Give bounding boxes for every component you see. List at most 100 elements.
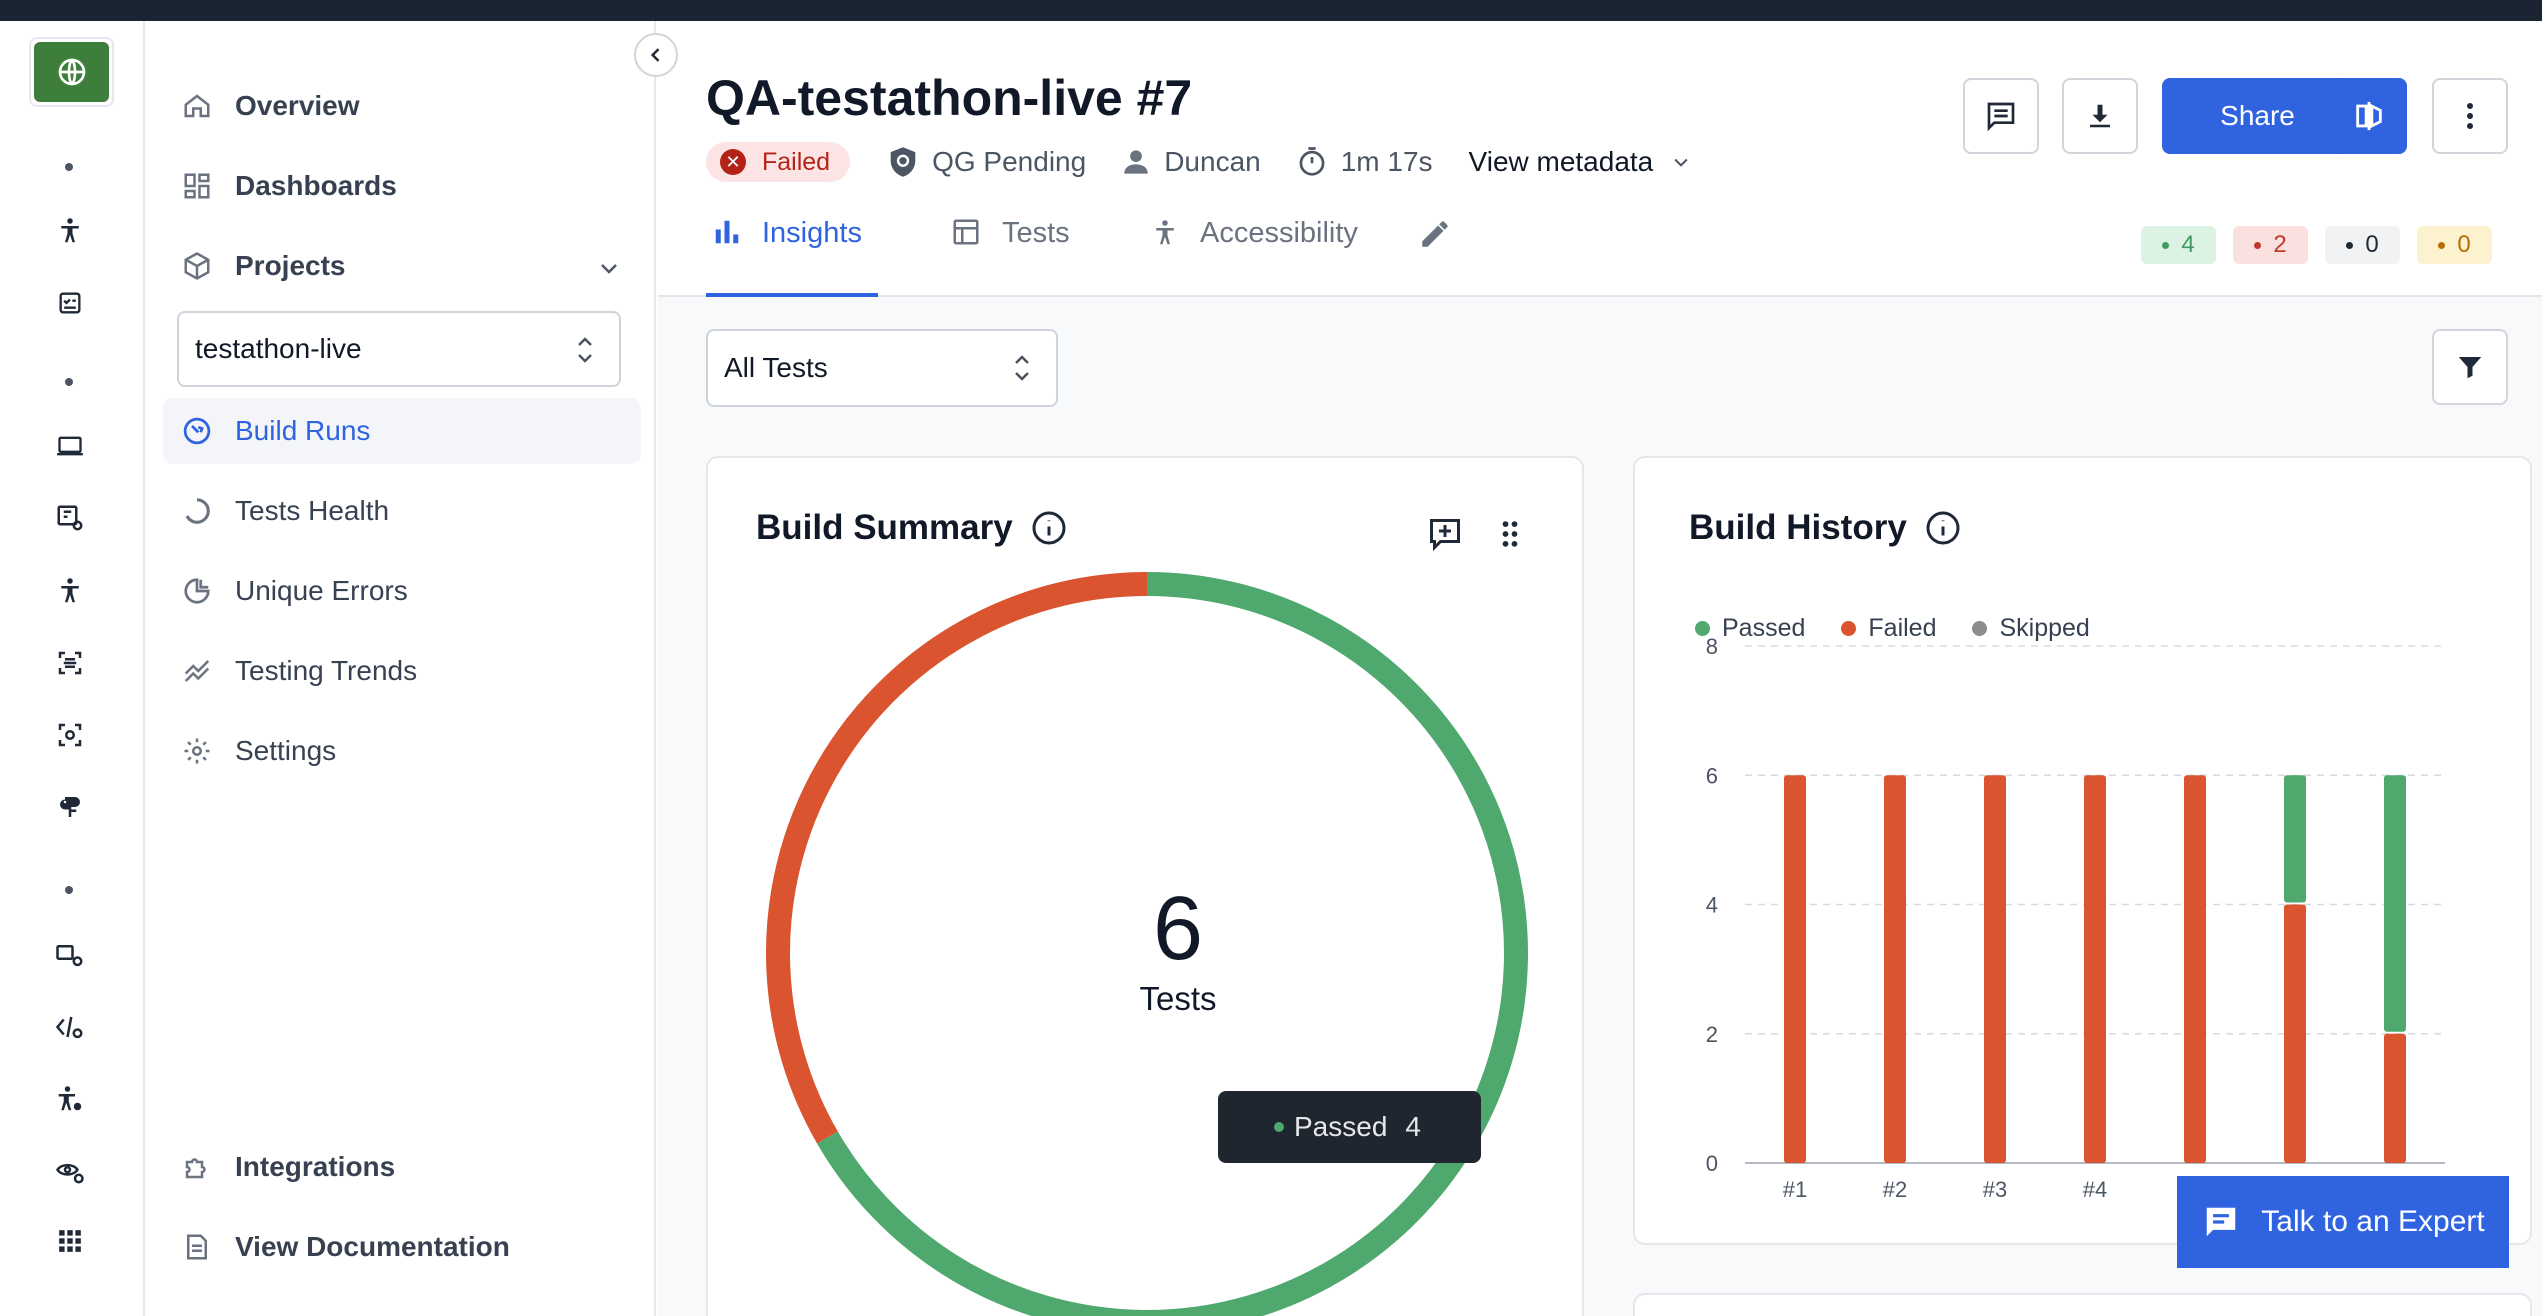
view-metadata-link[interactable]: View metadata: [1469, 146, 1692, 178]
count-value: 0: [2457, 231, 2471, 258]
count-dot: [2162, 241, 2170, 249]
legend-item-passed[interactable]: Passed: [1695, 614, 1805, 643]
build-runs-icon: [179, 413, 215, 449]
compare-button[interactable]: [2331, 78, 2407, 154]
status-label: Failed: [762, 147, 831, 176]
compare-icon: [2356, 101, 2382, 131]
collapse-sidebar-button[interactable]: [634, 33, 678, 77]
sidebar-item-label: Unique Errors: [235, 575, 408, 606]
visual-scan-icon[interactable]: [50, 715, 90, 755]
tab-tests[interactable]: Tests: [950, 217, 1070, 297]
status-badge: ✕ Failed: [706, 142, 851, 182]
cube-icon: [179, 248, 215, 284]
document-icon: [179, 1229, 215, 1265]
accessibility-icon[interactable]: [50, 211, 90, 251]
bar-failed-build-1[interactable]: [1784, 775, 1806, 1163]
updown-chevron-icon: [575, 333, 595, 374]
more-options-button[interactable]: [2432, 78, 2508, 154]
build-history-chart: 02468#1#2#3#4#5#6#7: [1706, 634, 2445, 1202]
sidebar-item-unique-errors[interactable]: Unique Errors: [163, 558, 641, 624]
sidebar-item-tests-health[interactable]: Tests Health: [163, 478, 641, 544]
dashboard-icon: [179, 168, 215, 204]
legend-label: Skipped: [1999, 614, 2090, 642]
y-tick-label: 4: [1706, 893, 1718, 918]
bar-failed-build-6[interactable]: [2284, 904, 2306, 1164]
checklist-icon[interactable]: [50, 283, 90, 323]
chart-legend: Passed Failed Skipped: [1695, 614, 2126, 643]
tooltip-label: Passed: [1294, 1111, 1388, 1142]
bar-failed-build-4[interactable]: [2084, 775, 2106, 1163]
talk-to-expert-button[interactable]: Talk to an Expert: [2177, 1176, 2509, 1268]
dashboard-settings-icon[interactable]: [50, 498, 90, 538]
sidebar-item-build-runs[interactable]: Build Runs: [163, 398, 641, 464]
sidebar-item-label: View Documentation: [235, 1231, 510, 1262]
bug-icon[interactable]: [50, 787, 90, 827]
code-settings-icon[interactable]: [50, 1007, 90, 1047]
top-bar: [0, 0, 2542, 21]
filter-icon: [2458, 357, 2482, 379]
filter-button[interactable]: [2432, 329, 2508, 405]
visual-settings-icon[interactable]: [50, 1151, 90, 1191]
sidebar: Overview Dashboards Projects testathon-l…: [146, 21, 656, 1316]
updown-chevron-icon: [1012, 351, 1032, 392]
sidebar-item-view-documentation[interactable]: View Documentation: [163, 1214, 641, 1280]
download-button[interactable]: [2062, 78, 2138, 154]
build-duration: 1m 17s: [1297, 146, 1433, 178]
test-filter-select[interactable]: All Tests: [706, 329, 1058, 407]
comments-button[interactable]: [1963, 78, 2039, 154]
x-tick-label: #1: [1783, 1177, 1807, 1202]
bar-passed-build-7[interactable]: [2384, 775, 2406, 1032]
edit-tabs-button[interactable]: [1418, 217, 1472, 297]
legend-dot: [1841, 621, 1857, 636]
main-content: QA-testathon-live #7 ✕ Failed QG Pending…: [658, 21, 2542, 1316]
sidebar-item-label: Projects: [235, 250, 346, 281]
build-meta: ✕ Failed QG Pending Duncan 1m 17s View m…: [706, 142, 1691, 182]
next-card: [1633, 1293, 2532, 1316]
bar-failed-build-2[interactable]: [1884, 775, 1906, 1163]
accessibility-settings-icon[interactable]: [50, 1079, 90, 1119]
device-settings-icon[interactable]: [50, 935, 90, 975]
unknown-count-badge: 0: [2417, 226, 2492, 264]
accessibility-icon[interactable]: [50, 571, 90, 611]
health-ring-icon: [179, 493, 215, 529]
tab-insights[interactable]: Insights: [706, 217, 878, 297]
build-history-card: Build History 02468#1#2#3#4#5#6#7: [1633, 456, 2532, 1245]
skipped-count-badge: 0: [2325, 226, 2400, 264]
project-select[interactable]: testathon-live: [177, 311, 621, 387]
donut-total-label: Tests: [1139, 980, 1217, 1017]
page-title: QA-testathon-live #7: [706, 70, 1193, 126]
bar-passed-build-6[interactable]: [2284, 775, 2306, 903]
duration-value: 1m 17s: [1340, 146, 1433, 177]
sidebar-item-overview[interactable]: Overview: [163, 73, 641, 139]
share-button[interactable]: Share: [2162, 78, 2353, 154]
sidebar-item-settings[interactable]: Settings: [163, 718, 641, 784]
legend-label: Passed: [1722, 614, 1806, 642]
sidebar-item-testing-trends[interactable]: Testing Trends: [163, 638, 641, 704]
sidebar-item-projects[interactable]: Projects: [163, 233, 641, 299]
apps-grid-icon[interactable]: [50, 1221, 90, 1261]
tab-accessibility[interactable]: Accessibility: [1150, 217, 1358, 297]
legend-item-skipped[interactable]: Skipped: [1972, 614, 2090, 643]
bar-failed-build-5[interactable]: [2184, 775, 2206, 1163]
legend-dot: [1972, 621, 1988, 636]
y-tick-label: 2: [1706, 1022, 1718, 1047]
quality-gate-status[interactable]: QG Pending: [888, 146, 1086, 178]
project-select-value: testathon-live: [195, 333, 362, 364]
y-tick-label: 0: [1706, 1151, 1718, 1176]
devices-icon[interactable]: [50, 426, 90, 466]
sidebar-item-dashboards[interactable]: Dashboards: [163, 153, 641, 219]
rail-separator-dot: [65, 163, 73, 171]
rail-separator-dot: [65, 378, 73, 386]
bar-failed-build-7[interactable]: [2384, 1033, 2406, 1163]
count-dot: [2346, 241, 2354, 249]
app-switcher-button[interactable]: [29, 37, 114, 107]
legend-item-failed[interactable]: Failed: [1841, 614, 1936, 643]
sidebar-item-integrations[interactable]: Integrations: [163, 1134, 641, 1200]
passed-count-badge: 4: [2141, 226, 2216, 264]
scan-icon[interactable]: [50, 643, 90, 683]
chevron-left-icon: [650, 48, 660, 62]
talk-to-expert-label: Talk to an Expert: [2261, 1205, 2485, 1238]
tab-label: Accessibility: [1200, 217, 1358, 249]
donut-slice-failed[interactable]: [766, 572, 1148, 1144]
bar-failed-build-3[interactable]: [1984, 775, 2006, 1163]
